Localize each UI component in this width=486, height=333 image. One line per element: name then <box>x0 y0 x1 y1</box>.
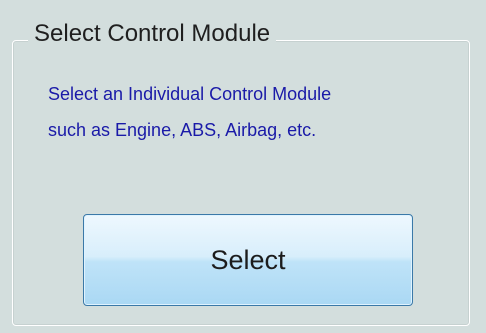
groupbox-title: Select Control Module <box>28 20 277 48</box>
groupbox-description: Select an Individual Control Module such… <box>48 84 332 140</box>
select-button-label: Select <box>210 245 286 275</box>
select-button[interactable]: Select <box>83 214 413 306</box>
